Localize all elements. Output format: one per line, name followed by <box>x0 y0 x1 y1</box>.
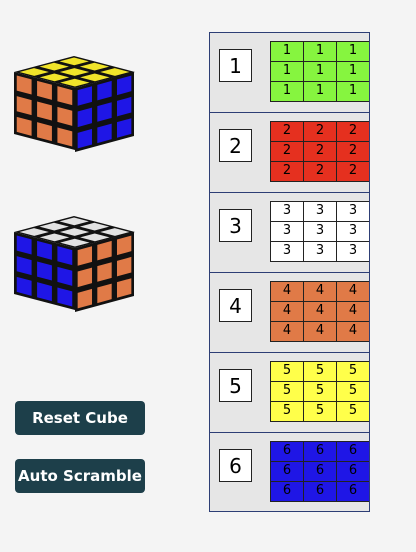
face-cell[interactable]: 5 <box>337 362 369 382</box>
face-number-3[interactable]: 3 <box>219 209 252 242</box>
face-cell[interactable]: 4 <box>271 322 304 342</box>
face-cell[interactable]: 1 <box>304 42 337 62</box>
face-cell[interactable]: 3 <box>337 202 369 222</box>
face-cell[interactable]: 4 <box>337 302 369 322</box>
face-cell[interactable]: 4 <box>304 322 337 342</box>
face-number-5[interactable]: 5 <box>219 369 252 402</box>
face-cell[interactable]: 3 <box>304 222 337 242</box>
face-cell[interactable]: 3 <box>337 242 369 262</box>
face-cell[interactable]: 1 <box>337 42 369 62</box>
face-number-2[interactable]: 2 <box>219 129 252 162</box>
face-cell[interactable]: 3 <box>304 242 337 262</box>
face-cell[interactable]: 3 <box>337 222 369 242</box>
face-row-2: 2 2 2 2 2 2 2 2 2 2 <box>210 113 369 193</box>
face-grid-1: 1 1 1 1 1 1 1 1 1 <box>270 41 369 102</box>
face-cell[interactable]: 4 <box>271 282 304 302</box>
face-grid-3: 3 3 3 3 3 3 3 3 3 <box>270 201 369 262</box>
face-cell[interactable]: 6 <box>304 462 337 482</box>
face-cell[interactable]: 5 <box>304 382 337 402</box>
face-cell[interactable]: 1 <box>304 82 337 102</box>
cube-back-view[interactable] <box>8 206 140 342</box>
face-row-4: 4 4 4 4 4 4 4 4 4 4 <box>210 273 369 353</box>
face-cell[interactable]: 6 <box>271 462 304 482</box>
face-number-1[interactable]: 1 <box>219 49 252 82</box>
face-row-1: 1 1 1 1 1 1 1 1 1 1 <box>210 33 369 113</box>
auto-scramble-button[interactable]: Auto Scramble <box>15 459 145 493</box>
face-cell[interactable]: 4 <box>337 282 369 302</box>
face-cell[interactable]: 6 <box>337 462 369 482</box>
face-cell[interactable]: 2 <box>337 162 369 182</box>
face-cell[interactable]: 2 <box>271 142 304 162</box>
face-cell[interactable]: 5 <box>337 382 369 402</box>
face-cell[interactable]: 6 <box>304 442 337 462</box>
face-cell[interactable]: 1 <box>337 62 369 82</box>
face-cell[interactable]: 5 <box>271 382 304 402</box>
face-cell[interactable]: 3 <box>271 202 304 222</box>
face-cell[interactable]: 4 <box>304 282 337 302</box>
face-cell[interactable]: 4 <box>304 302 337 322</box>
face-cell[interactable]: 3 <box>304 202 337 222</box>
face-cell[interactable]: 1 <box>271 82 304 102</box>
face-cell[interactable]: 6 <box>337 482 369 502</box>
face-cell[interactable]: 1 <box>271 42 304 62</box>
face-grid-2: 2 2 2 2 2 2 2 2 2 <box>270 121 369 182</box>
face-cell[interactable]: 6 <box>304 482 337 502</box>
face-cell[interactable]: 5 <box>304 402 337 422</box>
face-cell[interactable]: 2 <box>304 162 337 182</box>
face-cell[interactable]: 1 <box>304 62 337 82</box>
face-cell[interactable]: 6 <box>271 482 304 502</box>
face-cell[interactable]: 2 <box>337 122 369 142</box>
face-panel: 1 1 1 1 1 1 1 1 1 1 2 2 2 2 2 2 2 2 2 2 … <box>209 32 370 512</box>
face-cell[interactable]: 5 <box>304 362 337 382</box>
face-cell[interactable]: 5 <box>337 402 369 422</box>
cube-front-view[interactable] <box>8 46 140 182</box>
face-cell[interactable]: 3 <box>271 222 304 242</box>
face-cell[interactable]: 2 <box>337 142 369 162</box>
face-cell[interactable]: 2 <box>304 122 337 142</box>
face-grid-4: 4 4 4 4 4 4 4 4 4 <box>270 281 369 342</box>
face-cell[interactable]: 4 <box>337 322 369 342</box>
face-row-6: 6 6 6 6 6 6 6 6 6 6 <box>210 433 369 511</box>
face-number-6[interactable]: 6 <box>219 449 252 482</box>
face-cell[interactable]: 6 <box>337 442 369 462</box>
face-cell[interactable]: 6 <box>271 442 304 462</box>
reset-cube-button[interactable]: Reset Cube <box>15 401 145 435</box>
face-cell[interactable]: 5 <box>271 362 304 382</box>
face-row-3: 3 3 3 3 3 3 3 3 3 3 <box>210 193 369 273</box>
face-cell[interactable]: 2 <box>271 122 304 142</box>
face-row-5: 5 5 5 5 5 5 5 5 5 5 <box>210 353 369 433</box>
face-cell[interactable]: 1 <box>337 82 369 102</box>
face-grid-6: 6 6 6 6 6 6 6 6 6 <box>270 441 369 502</box>
face-cell[interactable]: 4 <box>271 302 304 322</box>
face-cell[interactable]: 2 <box>304 142 337 162</box>
face-cell[interactable]: 5 <box>271 402 304 422</box>
face-grid-5: 5 5 5 5 5 5 5 5 5 <box>270 361 369 422</box>
face-cell[interactable]: 2 <box>271 162 304 182</box>
face-cell[interactable]: 1 <box>271 62 304 82</box>
face-number-4[interactable]: 4 <box>219 289 252 322</box>
face-cell[interactable]: 3 <box>271 242 304 262</box>
